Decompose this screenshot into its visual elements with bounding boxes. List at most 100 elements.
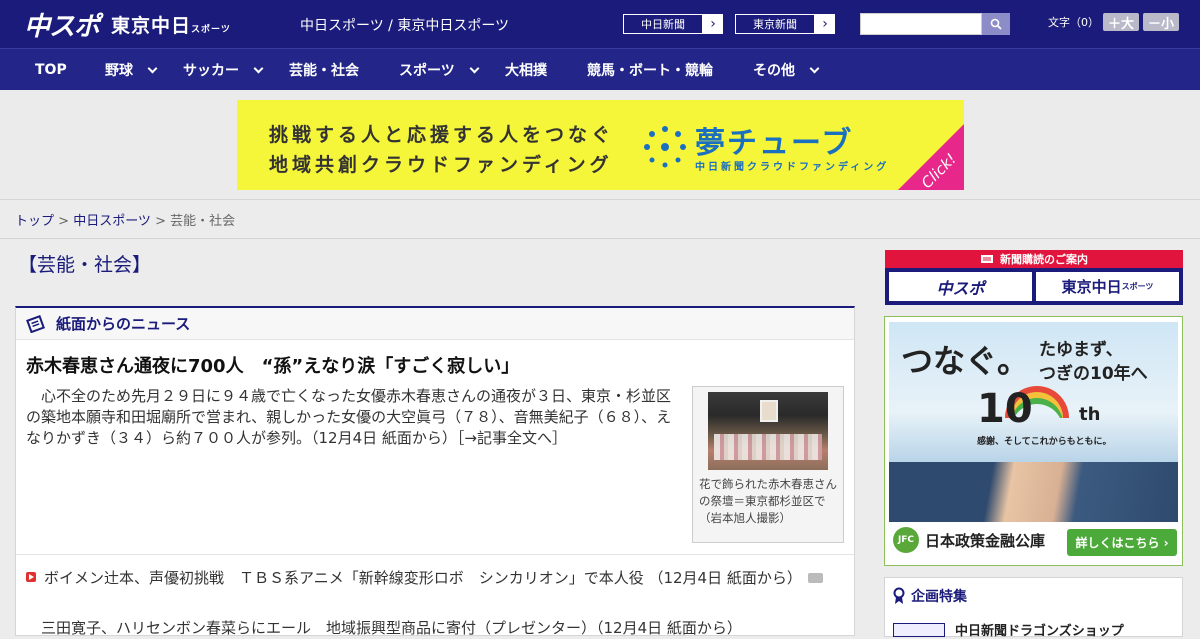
font-size-controls: 文字（0） ＋大 －小 <box>1048 13 1180 32</box>
banner-area: 挑戦する人と応援する人をつなぐ 地域共創クラウドファンディング 夢チューブ 中日… <box>0 90 1200 200</box>
banner-line-1: 挑戦する人と応援する人をつなぐ <box>269 124 615 146</box>
subscribe-btn-label: 東京中日 <box>1061 278 1122 296</box>
list-item: ボイメン辻本、声優初挑戦 ＴＢＳ系アニメ「新幹線変形ロボ シンカリオン」で本人役… <box>26 568 826 589</box>
nav-label: 大相撲 <box>505 63 547 79</box>
subscribe-chunichi-sports-button[interactable]: 中スポ <box>889 272 1032 301</box>
ad-subheadline-1: たゆまず、 <box>1039 340 1123 360</box>
chevron-right-icon: › <box>822 16 828 32</box>
yume-tube-logo-icon <box>644 126 686 168</box>
font-smaller-button[interactable]: －小 <box>1143 13 1180 32</box>
chevron-right-icon: › <box>710 16 716 32</box>
logo-sub-small: スポーツ <box>191 24 231 35</box>
breadcrumb-current: 芸能・社会 <box>170 214 236 229</box>
breadcrumb: トップ > 中日スポーツ > 芸能・社会 <box>15 210 235 229</box>
chunichi-shimbun-link[interactable]: 中日新聞 › <box>622 13 724 35</box>
news-photo-box: 花で飾られた赤木春恵さんの祭壇＝東京都杉並区で（岩本旭人撮影） <box>692 386 844 543</box>
search-button[interactable] <box>982 13 1010 35</box>
nav-item-other[interactable]: その他 <box>753 49 820 91</box>
nav-label: サッカー <box>183 63 239 79</box>
banner-brand-sub: 中日新聞クラウドファンディング <box>695 162 890 173</box>
breadcrumb-divider <box>0 238 1200 239</box>
nav-item-racing[interactable]: 競馬・ボート・競輪 <box>587 49 713 91</box>
ad-subheadline: たゆまず、つぎの10年へ <box>1039 338 1148 386</box>
chevron-down-icon <box>809 63 820 73</box>
breadcrumb-top[interactable]: トップ <box>15 214 54 229</box>
ad-details-button[interactable]: 詳しくはこちら › <box>1067 529 1177 556</box>
news-lead: 心不全のため先月２９日に９４歳で亡くなった女優赤木春恵さんの通夜が３日、東京・杉… <box>26 386 676 449</box>
link-label: 中日新聞 <box>623 14 703 34</box>
nav-item-sumo[interactable]: 大相撲 <box>505 49 547 91</box>
font-larger-button[interactable]: ＋大 <box>1103 13 1140 32</box>
subscribe-btn-small: スポーツ <box>1121 282 1154 291</box>
nav-label: スポーツ <box>399 63 455 79</box>
ad-image: つなぐ。 たゆまず、つぎの10年へ 10 th 感謝、そしてこれからもともに。 <box>889 322 1178 522</box>
nav-item-soccer[interactable]: サッカー <box>183 49 264 91</box>
site-title: 中日スポーツ / 東京中日スポーツ <box>300 18 510 34</box>
banner-line-2: 地域共創クラウドファンディング <box>269 154 613 176</box>
main-nav: TOP 野球 サッカー 芸能・社会 スポーツ 大相撲 競馬・ボート・競輪 その他 <box>0 48 1200 90</box>
subscribe-tokyo-chunichi-button[interactable]: 東京中日 スポーツ <box>1036 272 1179 301</box>
breadcrumb-sep: > <box>54 214 74 229</box>
read-more-link[interactable]: ［→記事全文へ］ <box>457 429 567 447</box>
handshake-image <box>889 462 1178 522</box>
ad-th-label: th <box>1079 404 1101 425</box>
nav-item-baseball[interactable]: 野球 <box>105 49 158 91</box>
subscription-header: 新聞購読のご案内 <box>885 250 1183 268</box>
nav-item-top[interactable]: TOP <box>35 49 67 91</box>
ad-footer: JFC 日本政策金融公庫 <box>893 527 1045 553</box>
feature-title: 企画特集 <box>911 589 967 605</box>
search-input[interactable] <box>860 13 982 35</box>
nav-item-entertainment[interactable]: 芸能・社会 <box>289 49 359 91</box>
news-divider <box>16 554 854 555</box>
jfc-ad[interactable]: つなぐ。 たゆまず、 つぎの10年へ 10 th 感謝、そしてこれからもともに。 … <box>884 316 1183 566</box>
breadcrumb-chunichi-sports[interactable]: 中日スポーツ <box>73 214 151 229</box>
news-box-header: 紙面からのニュース <box>16 308 854 340</box>
header-bar: 中スポ 東京中日スポーツ 中日スポーツ / 東京中日スポーツ 中日新聞 › 東京… <box>0 0 1200 48</box>
chevron-down-icon <box>147 63 158 73</box>
ad-subheadline-2: つぎの10年へ <box>1039 364 1148 384</box>
photo-caption: 花で飾られた赤木春恵さんの祭壇＝東京都杉並区で（岩本旭人撮影） <box>699 477 837 525</box>
flowers-image <box>714 434 822 460</box>
nav-label: 競馬・ボート・競輪 <box>587 63 713 79</box>
jfc-logo-icon: JFC <box>893 527 919 553</box>
portrait-image <box>760 400 778 422</box>
news-headline[interactable]: 赤木春恵さん通夜に700人 “孫”えなり涙「すごく寂しい」 <box>26 352 519 378</box>
logo-tokyo-chunichi: 東京中日スポーツ <box>111 11 231 38</box>
news-lead-text: 心不全のため先月２９日に９４歳で亡くなった女優赤木春恵さんの通夜が３日、東京・杉… <box>26 387 672 447</box>
camera-icon <box>807 573 823 583</box>
link-label: 東京新聞 <box>735 14 815 34</box>
logo-chunichi-sports: 中スポ <box>24 11 100 42</box>
site-logo[interactable]: 中スポ 東京中日スポーツ <box>24 8 231 42</box>
banner-brand: 夢チューブ <box>695 126 854 161</box>
news-photo[interactable] <box>708 392 828 470</box>
news-box-title: 紙面からのニュース <box>56 315 191 333</box>
feature-box: 企画特集 中日新聞ドラゴンズショップ <box>884 577 1183 639</box>
ad-headline: つなぐ。 <box>901 342 1030 380</box>
news-box: 紙面からのニュース 赤木春恵さん通夜に700人 “孫”えなり涙「すごく寂しい」 … <box>15 306 855 639</box>
newspaper-icon <box>26 314 45 333</box>
crowdfunding-banner[interactable]: 挑戦する人と応援する人をつなぐ 地域共創クラウドファンディング 夢チューブ 中日… <box>237 100 964 190</box>
breadcrumb-sep: > <box>150 214 171 229</box>
logo-sub-text: 東京中日 <box>111 14 192 37</box>
nav-label: 芸能・社会 <box>289 63 359 79</box>
nav-item-sports[interactable]: スポーツ <box>399 49 480 91</box>
list-item: 三田寛子、ハリセンボン春菜らにエール 地域振興型商品に寄付（プレゼンター）（12… <box>26 618 826 639</box>
feature-header: 企画特集 <box>893 586 967 606</box>
ad-motto: 感謝、そしてこれからもともに。 <box>977 437 1112 447</box>
font-size-label: 文字（0） <box>1048 16 1099 29</box>
newspaper-icon <box>981 255 993 263</box>
search-icon <box>990 18 1002 30</box>
nav-label: その他 <box>753 63 795 79</box>
chevron-down-icon <box>469 63 480 73</box>
subscription-buttons: 中スポ 東京中日 スポーツ <box>889 272 1179 301</box>
subscription-box: 新聞購読のご案内 中スポ 東京中日 スポーツ <box>885 250 1183 305</box>
video-icon <box>26 572 36 582</box>
nav-label: TOP <box>35 62 67 78</box>
nav-label: 野球 <box>105 63 133 79</box>
list-item-link[interactable]: 三田寛子、ハリセンボン春菜らにエール 地域振興型商品に寄付（プレゼンター）（12… <box>26 619 742 637</box>
tokyo-shimbun-link[interactable]: 東京新聞 › <box>734 13 836 35</box>
subscription-title: 新聞購読のご案内 <box>1000 253 1088 266</box>
ad-10-label: 10 <box>977 386 1033 432</box>
ad-company-name: 日本政策金融公庫 <box>925 531 1046 550</box>
list-item-link[interactable]: ボイメン辻本、声優初挑戦 ＴＢＳ系アニメ「新幹線変形ロボ シンカリオン」で本人役… <box>44 569 802 587</box>
